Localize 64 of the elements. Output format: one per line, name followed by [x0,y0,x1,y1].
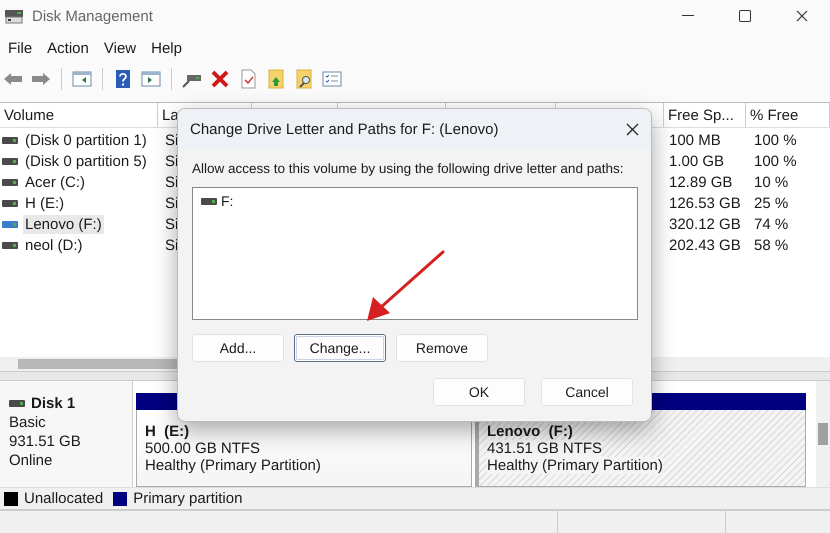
path-item[interactable]: F: [221,193,234,209]
table-cell-text: 12.89 GB [668,174,734,191]
close-icon[interactable] [626,122,639,136]
drive-icon [201,198,217,204]
table-cell-text: 1.00 GB [668,153,726,170]
partition-name: Lenovo (F:) [487,423,573,440]
dialog-button[interactable]: Change... [294,334,386,362]
column-header[interactable]: % Free [746,103,830,127]
table-cell-text: 100 % [753,132,798,149]
window-title: Disk Management [32,8,154,24]
minimize-icon[interactable] [682,15,694,17]
drive-icon [2,158,18,165]
table-cell-text: 320.12 GB [668,216,742,233]
table-cell-text: 100 % [753,153,798,170]
partition-status: Healthy (Primary Partition) [487,457,663,474]
volume-name[interactable]: H (E:) [23,194,66,213]
table-cell-text: 126.53 GB [668,195,742,212]
disk-status: Online [9,452,54,469]
volume-name[interactable]: (Disk 0 partition 5) [23,152,149,171]
path-list[interactable]: F: [192,187,638,320]
close-icon[interactable] [796,10,808,22]
disk-management-icon [4,8,24,24]
dialog-prompt: Allow access to this volume by using the following drive letter and paths: [192,161,624,176]
drive-icon [2,221,18,228]
menu-item[interactable]: View [98,40,142,56]
legend-label: Primary partition [133,490,242,507]
drive-icon [2,200,18,207]
table-cell-text: 202.43 GB [668,237,742,254]
legend-label: Unallocated [24,490,104,507]
drive-icon [2,242,18,249]
scrollbar-thumb[interactable] [818,423,828,445]
column-header[interactable]: Free Sp... [664,103,746,127]
dialog-button[interactable]: Add... [192,334,284,362]
dialog-button[interactable]: Remove [396,334,488,362]
volume-name[interactable]: Acer (C:) [23,173,87,192]
vertical-scrollbar[interactable] [816,381,830,487]
menu-item[interactable]: Help [145,40,188,56]
delete-icon[interactable] [209,68,231,90]
partition-size: 500.00 GB NTFS [145,440,260,457]
drive-icon [2,137,18,144]
table-cell-text: 74 % [753,216,790,233]
table-cell-text: 25 % [753,195,790,212]
disk-type: Basic [9,414,47,431]
volume-name[interactable]: Lenovo (F:) [23,215,104,234]
volume-name[interactable]: neol (D:) [23,236,85,255]
column-header[interactable]: Volume [0,103,158,127]
volume-name[interactable]: (Disk 0 partition 1) [23,131,149,150]
dialog-button[interactable]: OK [433,378,525,406]
menu-item[interactable]: Action [41,40,95,56]
partition-name: H (E:) [145,423,190,440]
table-cell-text: 100 MB [668,132,722,149]
dialog-button[interactable]: Cancel [541,378,633,406]
partition-status: Healthy (Primary Partition) [145,457,321,474]
disk-name: Disk 1 [31,395,76,412]
table-cell-text: 10 % [753,174,790,191]
drive-icon [2,179,18,186]
partition-size: 431.51 GB NTFS [487,440,602,457]
maximize-icon[interactable] [738,10,750,22]
disk-size: 931.51 GB [9,433,82,450]
menu-item[interactable]: File [2,40,38,56]
dialog-title: Change Drive Letter and Paths for F: (Lenovo) [190,120,500,138]
partition-block[interactable]: Lenovo (F:) 431.51 GB NTFS Healthy (Primary Partition) [475,410,806,487]
table-cell-text: 58 % [753,237,790,254]
drive-icon [9,400,25,407]
